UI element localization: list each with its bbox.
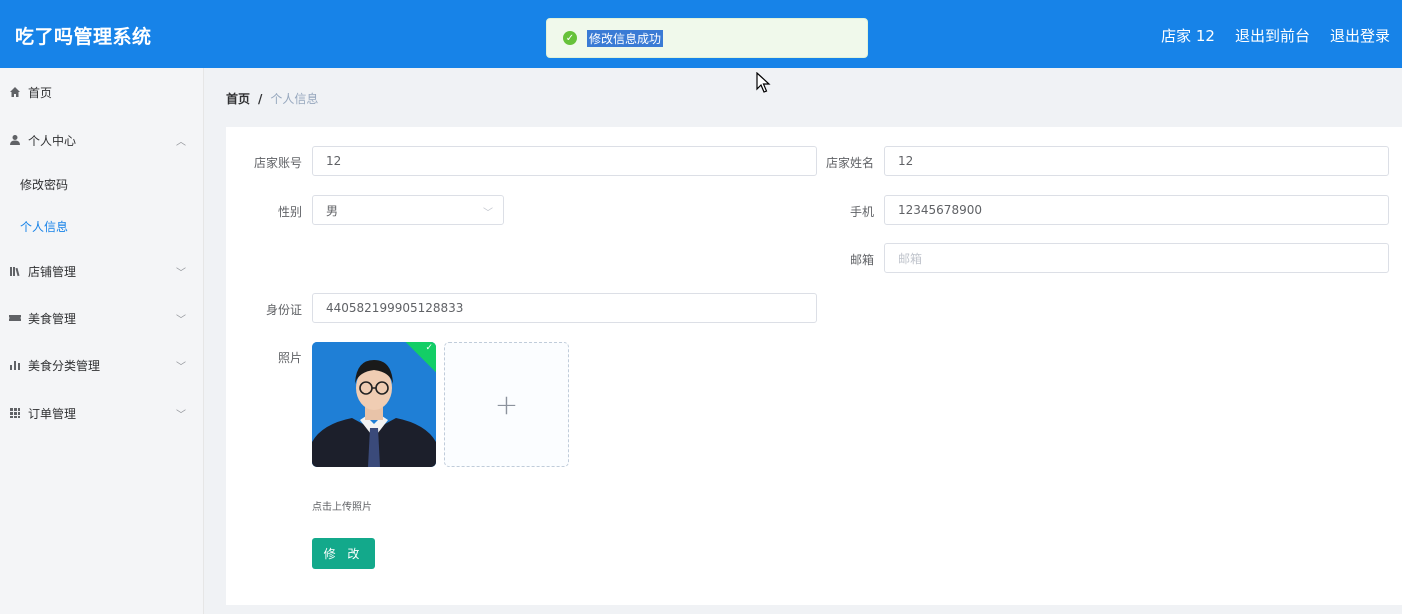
uploaded-photo[interactable]: ✓ [312, 342, 436, 467]
sidebar-item-label: 美食分类管理 [28, 358, 101, 373]
breadcrumb-home[interactable]: 首页 [226, 90, 250, 107]
success-check-icon: ✓ [563, 31, 577, 45]
sidebar-item-label: 个人信息 [20, 219, 69, 234]
check-icon: ✓ [425, 343, 433, 353]
chevron-up-icon: ︿ [176, 136, 186, 148]
toast-message: 修改信息成功 [587, 29, 664, 47]
chevron-down-icon: ﹀ [176, 267, 186, 279]
idcard-field[interactable]: 440582199905128833 [312, 293, 817, 323]
sidebar-item-food-category-management[interactable]: 美食分类管理 ﹀ [0, 345, 204, 385]
ticket-icon [8, 311, 22, 325]
breadcrumb: 首页 / 个人信息 [226, 90, 318, 107]
breadcrumb-separator: / [258, 91, 263, 106]
chevron-down-icon: ﹀ [483, 208, 493, 219]
gender-select[interactable]: 男 ﹀ [312, 195, 504, 225]
bar-chart-icon [8, 358, 22, 372]
breadcrumb-current: 个人信息 [270, 92, 319, 106]
app-title: 吃了吗管理系统 [15, 26, 152, 48]
library-icon [8, 264, 22, 278]
portrait-image [312, 342, 436, 467]
email-label: 邮箱 [849, 253, 874, 267]
sidebar-item-home[interactable]: 首页 [0, 72, 204, 112]
phone-label: 手机 [849, 205, 874, 219]
plus-icon: + [494, 388, 519, 421]
upload-photo-button[interactable]: + [444, 342, 569, 467]
photo-label: 照片 [277, 351, 302, 365]
account-field[interactable]: 12 [312, 146, 817, 176]
sidebar-item-label: 个人中心 [28, 133, 77, 148]
sidebar-item-shop-management[interactable]: 店铺管理 ﹀ [0, 251, 204, 291]
account-label: 店家账号 [253, 156, 302, 170]
sidebar-item-change-password[interactable]: 修改密码 [0, 166, 204, 202]
sidebar-item-personal-info[interactable]: 个人信息 [0, 208, 204, 244]
idcard-label: 身份证 [265, 303, 302, 317]
upload-hint: 点击上传照片 [312, 502, 372, 513]
back-to-front-link[interactable]: 退出到前台 [1235, 25, 1310, 46]
current-user: 店家 12 [1161, 27, 1215, 45]
sidebar-item-order-management[interactable]: 订单管理 ﹀ [0, 393, 204, 433]
email-field[interactable]: 邮箱 [884, 243, 1389, 273]
chevron-down-icon: ﹀ [176, 409, 186, 421]
sidebar-item-label: 首页 [28, 85, 53, 100]
chevron-down-icon: ﹀ [176, 361, 186, 373]
user-icon [8, 133, 22, 147]
sidebar-item-label: 美食管理 [28, 311, 77, 326]
success-toast: ✓ 修改信息成功 [546, 18, 868, 58]
sidebar-item-food-management[interactable]: 美食管理 ﹀ [0, 298, 204, 338]
name-field[interactable]: 12 [884, 146, 1389, 176]
sidebar-item-label: 订单管理 [28, 406, 77, 421]
sidebar: 首页 个人中心 ︿ 修改密码 个人信息 店铺管理 ﹀ 美食管理 ﹀ 美食分类管理… [0, 68, 204, 614]
sidebar-item-label: 修改密码 [20, 177, 69, 192]
submit-button[interactable]: 修 改 [312, 538, 375, 569]
name-label: 店家姓名 [825, 156, 874, 170]
header-actions: 店家 12 退出到前台 退出登录 [1161, 25, 1390, 46]
phone-field[interactable]: 12345678900 [884, 195, 1389, 225]
chevron-down-icon: ﹀ [176, 314, 186, 326]
mouse-cursor-icon [756, 72, 771, 93]
grid-icon [8, 406, 22, 420]
gender-label: 性别 [277, 205, 302, 219]
gender-value: 男 [326, 203, 339, 218]
sidebar-item-personal-center[interactable]: 个人中心 ︿ [0, 120, 204, 160]
sidebar-item-label: 店铺管理 [28, 264, 77, 279]
logout-link[interactable]: 退出登录 [1330, 25, 1390, 46]
home-icon [8, 85, 22, 99]
